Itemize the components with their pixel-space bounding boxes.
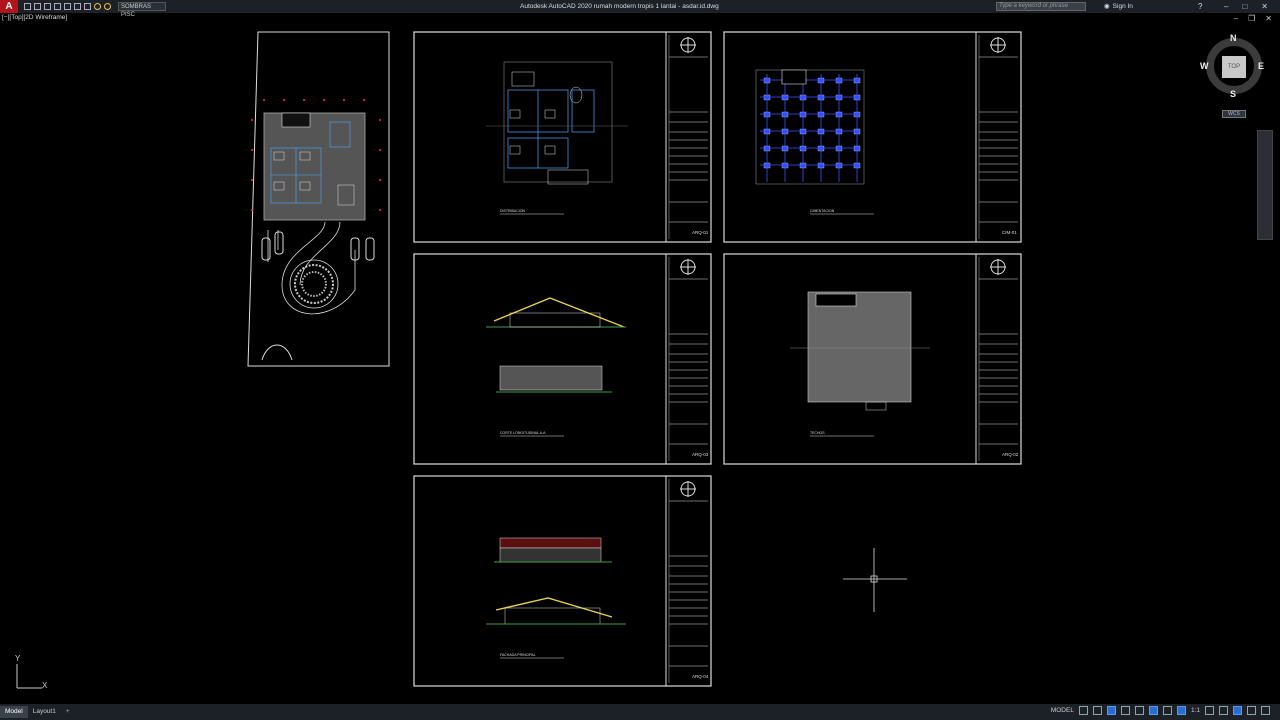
- sheet-frame-1: [413, 31, 712, 243]
- site-plan: [247, 31, 390, 367]
- sheet-title: TECHOS: [810, 431, 825, 435]
- annotation-scale-icon[interactable]: [1176, 706, 1186, 715]
- polar-icon[interactable]: [1120, 706, 1130, 715]
- sheet-title: CORTE LONGITUDINAL A-A: [500, 431, 546, 435]
- hardware-acceleration-icon[interactable]: [1233, 706, 1242, 715]
- sheet-cim01-foundation-plan: [755, 69, 865, 185]
- selection-cycling-icon[interactable]: [1148, 706, 1158, 715]
- svg-text:X: X: [42, 681, 48, 690]
- sheet-title: CIMENTACION: [810, 209, 835, 213]
- sheet-code: CIM-01: [1002, 230, 1017, 235]
- sheet-arq02-roof-plan: [790, 291, 930, 411]
- workspace-gear-icon[interactable]: [1205, 706, 1214, 715]
- wcs-dropdown[interactable]: WCS: [1222, 110, 1246, 118]
- status-tools: MODEL 1:1: [1051, 706, 1270, 715]
- snap-icon[interactable]: [1092, 706, 1102, 715]
- grid-icon[interactable]: [1078, 706, 1088, 715]
- sheet-frame-2: [723, 31, 1022, 243]
- sheet-code: ARQ-04: [692, 674, 709, 679]
- viewcube-top-face[interactable]: TOP: [1222, 56, 1246, 78]
- status-bar: Model Layout1 + MODEL 1:1: [0, 704, 1280, 720]
- sheet-labels: ARQ-01 DISTRIBUCION CIM-01 CIMENTACION ARQ-0…: [500, 209, 1019, 679]
- sheet-code: ARQ-02: [1002, 452, 1019, 457]
- add-layout-button[interactable]: +: [61, 706, 75, 718]
- svg-text:Y: Y: [15, 654, 21, 663]
- sheet-arq04-elevations: [486, 537, 626, 625]
- ortho-icon[interactable]: [1106, 706, 1116, 715]
- sheet-title: FACHADA PRINCIPAL: [500, 653, 536, 657]
- compass-north[interactable]: N: [1230, 33, 1237, 43]
- sheet-arq03-sections: [486, 297, 626, 393]
- annotation-visibility-icon[interactable]: [1162, 706, 1172, 715]
- navigation-bar[interactable]: [1257, 130, 1273, 240]
- ucs-icon: Y X: [15, 654, 48, 690]
- crosshair-cursor: [843, 548, 907, 612]
- compass-south[interactable]: S: [1230, 89, 1236, 99]
- model-space-toggle[interactable]: MODEL: [1051, 707, 1074, 714]
- clean-screen-icon[interactable]: [1247, 706, 1256, 715]
- sheet-grid: [413, 31, 1022, 687]
- tab-layout1[interactable]: Layout1: [28, 706, 61, 718]
- sheet-frame-3: [413, 253, 712, 465]
- annotation-scale-value[interactable]: 1:1: [1191, 707, 1200, 714]
- tab-model[interactable]: Model: [0, 706, 28, 718]
- osnap-icon[interactable]: [1134, 706, 1144, 715]
- sheet-code: ARQ-01: [692, 230, 709, 235]
- sheet-title: DISTRIBUCION: [500, 209, 526, 213]
- drawing-canvas[interactable]: ARQ-01 DISTRIBUCION CIM-01 CIMENTACION ARQ-0…: [0, 0, 1280, 720]
- sheet-code: ARQ-03: [692, 452, 709, 457]
- customization-icon[interactable]: [1261, 706, 1270, 715]
- compass-east[interactable]: E: [1258, 61, 1264, 71]
- isolate-icon[interactable]: [1219, 706, 1228, 715]
- sheet-frame-5: [413, 475, 712, 687]
- sheet-arq01-floor-plan: [486, 61, 628, 185]
- compass-west[interactable]: W: [1200, 61, 1209, 71]
